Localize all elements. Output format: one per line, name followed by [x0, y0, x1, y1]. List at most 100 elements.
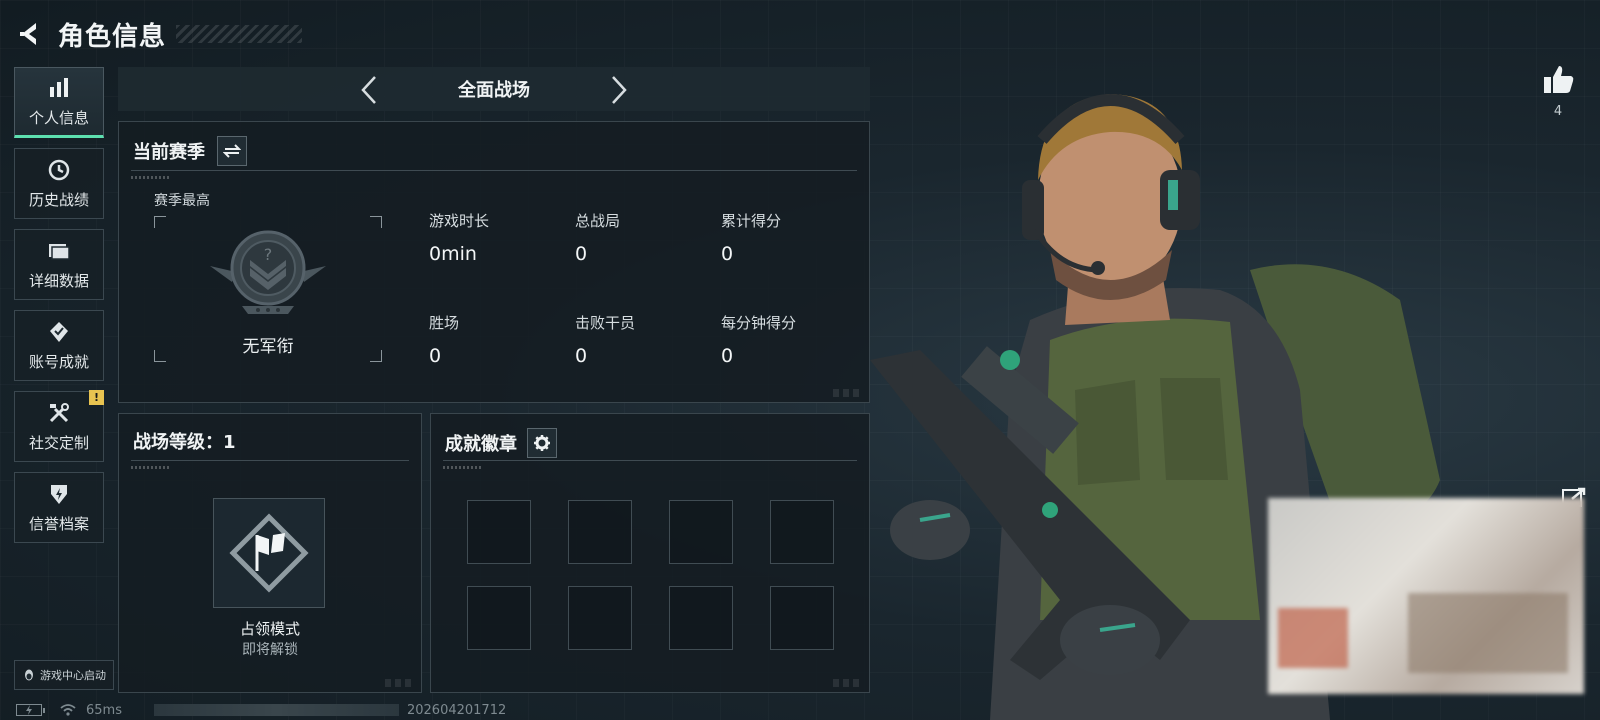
panel-divider — [443, 460, 857, 461]
season-panel-title: 当前赛季 — [133, 142, 205, 163]
mode-status: 即将解锁 — [242, 642, 298, 658]
panel-divider — [131, 460, 409, 461]
sidebar: 个人信息 历史战绩 详细数据 账号成就 社交定制 ! 信誉档案 — [14, 67, 106, 553]
chevron-right-icon — [612, 76, 627, 104]
sidebar-item-label: 社交定制 — [28, 434, 89, 452]
stat-label: 每分钟得分 — [721, 314, 797, 332]
game-center-launch-button[interactable]: 游戏中心启动 — [14, 660, 114, 690]
rank-emblem-icon: ? — [210, 230, 326, 314]
panel-tick-decoration — [131, 176, 171, 179]
panel-corner-decoration — [833, 679, 863, 687]
sidebar-item-personal-info[interactable]: 个人信息 — [14, 67, 104, 138]
mode-name: 占领模式 — [239, 620, 300, 638]
sidebar-item-reputation[interactable]: 信誉档案 — [14, 472, 104, 543]
battery-icon — [16, 704, 45, 716]
ping-readout: 65ms — [86, 702, 122, 718]
stat-value: 0 — [721, 345, 734, 367]
badge-panel: 成就徽章 — [430, 413, 870, 693]
bar-chart-icon — [50, 78, 68, 97]
badge-settings-button[interactable] — [527, 428, 557, 458]
panel-tick-decoration — [131, 466, 171, 469]
build-number: 202604201712 — [406, 702, 507, 718]
badge-slot[interactable] — [568, 586, 632, 650]
stat-value: 0 — [721, 243, 734, 265]
stat-value: 0 — [429, 345, 442, 367]
wifi-icon — [60, 704, 76, 716]
badge-slot[interactable] — [467, 586, 531, 650]
badge-panel-title: 成就徽章 — [445, 434, 517, 455]
sidebar-item-label: 信誉档案 — [28, 515, 89, 533]
like-button[interactable] — [1540, 62, 1576, 98]
like-count: 4 — [1553, 104, 1563, 119]
clock-history-icon — [48, 159, 70, 181]
launch-label: 游戏中心启动 — [40, 669, 106, 682]
folder-icon — [49, 244, 70, 260]
sidebar-item-history[interactable]: 历史战绩 — [14, 148, 104, 219]
panel-corner-decoration — [385, 679, 415, 687]
sidebar-item-label: 详细数据 — [28, 272, 89, 290]
rank-name: 无军衔 — [242, 337, 294, 357]
stat-label: 游戏时长 — [429, 212, 490, 230]
status-bar: 65ms 202604201712 — [16, 702, 506, 718]
gear-icon — [534, 435, 550, 451]
prev-mode-button[interactable] — [354, 75, 384, 105]
thumbs-up-icon — [1544, 66, 1574, 93]
mode-switcher: 全面战场 — [118, 67, 870, 111]
mode-title: 全面战场 — [458, 80, 530, 101]
stat-value: 0 — [575, 243, 588, 265]
switch-season-button[interactable] — [217, 136, 247, 166]
stat-play-time: 游戏时长 0min — [429, 210, 489, 265]
back-button[interactable] — [14, 18, 46, 50]
panel-divider — [131, 170, 857, 171]
blurred-overlay — [1268, 498, 1584, 694]
badge-slot[interactable] — [568, 500, 632, 564]
badge-slot[interactable] — [669, 500, 733, 564]
badge-panel-header: 成就徽章 — [445, 428, 557, 458]
achievement-icon — [50, 322, 68, 342]
badge-slot[interactable] — [770, 500, 834, 564]
stat-label: 累计得分 — [721, 212, 782, 230]
back-arrow-icon — [20, 23, 36, 45]
capture-mode-card[interactable] — [213, 498, 325, 608]
chevron-left-icon — [361, 76, 376, 104]
season-panel: 当前赛季 赛季最高 ? 无军衔 游戏时长 0min 总战局 0 累计得分 0 胜… — [118, 121, 870, 403]
panel-corner-decoration — [833, 389, 863, 397]
stat-label: 总战局 — [575, 212, 621, 230]
header-decoration — [176, 25, 303, 43]
stat-wins: 胜场 0 — [429, 312, 459, 367]
stat-value: 0 — [575, 345, 588, 367]
season-panel-header: 当前赛季 — [133, 136, 247, 166]
swap-icon — [223, 144, 241, 158]
panel-tick-decoration — [443, 466, 483, 469]
tools-icon — [49, 403, 69, 423]
qq-penguin-icon — [25, 669, 33, 681]
sidebar-item-social[interactable]: 社交定制 ! — [14, 390, 104, 462]
level-panel-title: 战场等级：1 — [133, 432, 236, 453]
sidebar-item-label: 历史战绩 — [28, 191, 89, 209]
next-mode-button[interactable] — [604, 75, 634, 105]
stat-total-matches: 总战局 0 — [575, 210, 620, 265]
season-high-label: 赛季最高 — [154, 193, 210, 209]
sidebar-item-label: 个人信息 — [28, 109, 89, 127]
stat-label: 击败干员 — [575, 314, 636, 332]
stat-label: 胜场 — [429, 314, 460, 332]
blurred-uid — [153, 704, 399, 716]
stat-kills: 击败干员 0 — [575, 312, 635, 367]
svg-text:?: ? — [264, 245, 273, 264]
badge-slot[interactable] — [770, 586, 834, 650]
rank-frame: ? 无军衔 — [154, 216, 382, 362]
level-panel: 战场等级：1 占领模式 即将解锁 — [118, 413, 422, 693]
page-title: 角色信息 — [58, 21, 167, 52]
sidebar-item-label: 账号成就 — [28, 353, 89, 371]
stat-score-per-minute: 每分钟得分 0 — [721, 312, 796, 367]
badge-slot[interactable] — [467, 500, 531, 564]
stat-total-score: 累计得分 0 — [721, 210, 781, 265]
flag-diamond-icon — [229, 513, 309, 593]
notification-badge: ! — [89, 390, 104, 405]
sidebar-item-detailed-data[interactable]: 详细数据 — [14, 229, 104, 300]
badge-slot[interactable] — [669, 586, 733, 650]
shield-icon — [51, 485, 67, 504]
stat-value: 0min — [429, 243, 477, 265]
sidebar-item-achievements[interactable]: 账号成就 — [14, 310, 104, 381]
header: 角色信息 — [14, 14, 303, 54]
